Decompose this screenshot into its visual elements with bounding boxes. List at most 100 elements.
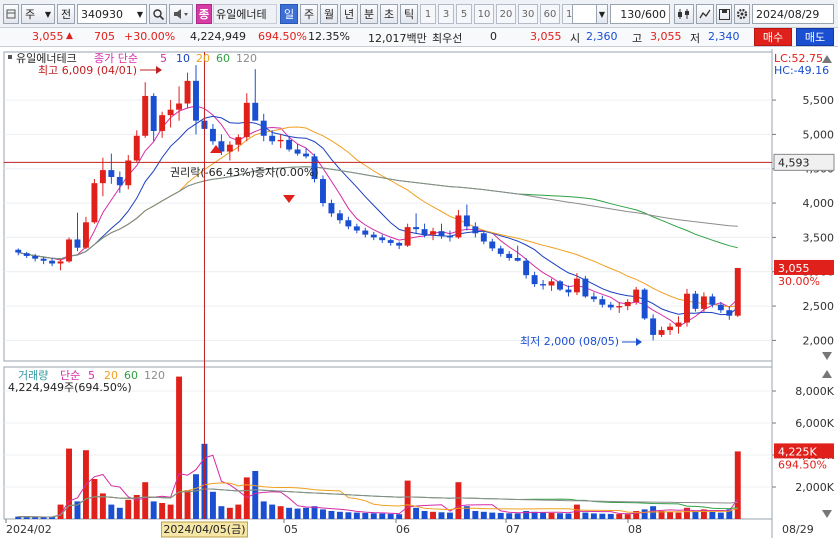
volume-bar (226, 507, 233, 519)
line-chart-icon[interactable] (696, 4, 714, 24)
volume-bar (320, 509, 326, 519)
interval-button[interactable]: 10 (474, 4, 494, 24)
volume-bar (675, 512, 682, 519)
volume-bar (480, 511, 487, 519)
period-button[interactable]: 년 (340, 4, 358, 24)
period-button[interactable]: 분 (360, 4, 378, 24)
interval-button[interactable]: 3 (438, 4, 454, 24)
volume-bar (506, 513, 513, 519)
candle-body (328, 203, 335, 214)
candle-body (184, 80, 191, 104)
candle-body (616, 306, 623, 308)
current-pct-label: 30.00% (778, 275, 820, 288)
scroll-down-icon (822, 352, 832, 360)
candle-body (32, 255, 39, 259)
stock-name-label: 유일에너테 (216, 8, 267, 21)
interval-label: 20 (499, 8, 513, 20)
low-annotation: 최저 2,000 (08/05) (520, 335, 619, 348)
sound-icon[interactable] (169, 4, 193, 24)
price-change: 705 (94, 30, 115, 43)
menu-icon[interactable] (3, 4, 19, 24)
period-button[interactable]: 주 (300, 4, 318, 24)
x-tick-label: 05 (284, 523, 298, 536)
amount: 12,017백만 (368, 32, 427, 45)
volume-bar (345, 512, 352, 519)
code-input[interactable]: 340930 ▼ (77, 4, 147, 24)
ma-legend-label: 60 (216, 52, 230, 65)
period-button[interactable]: 초 (380, 4, 398, 24)
volume-pct: 694.50% (258, 30, 307, 43)
candle-body (633, 289, 640, 302)
period-button[interactable]: 틱 (400, 4, 418, 24)
interval-button[interactable]: 30 (518, 4, 538, 24)
volume-bar (514, 513, 521, 519)
candle-body (557, 281, 563, 290)
volume-bar (396, 514, 403, 519)
candle-body (91, 183, 98, 223)
chart-settings-icon[interactable] (674, 4, 694, 24)
candle-body (74, 239, 81, 248)
candle-body (243, 102, 250, 138)
volume-bar (624, 514, 631, 519)
current-volume-pct: 694.50% (778, 458, 827, 471)
scroll-up-icon (822, 55, 832, 63)
candle-body (150, 95, 157, 131)
candle-body (700, 296, 707, 309)
crosshair-date-label: 2024/04/05(금) (163, 523, 245, 536)
candle-body (142, 95, 149, 136)
count-value: 130/600 (620, 7, 666, 21)
candle-body (193, 80, 199, 121)
date-field[interactable]: 2024/08/29 (752, 4, 834, 24)
buy-label: 매수 (762, 31, 784, 44)
candle-body (446, 236, 453, 238)
x-tick-label: 08 (628, 523, 642, 536)
chevron-down-icon[interactable]: ▼ (596, 4, 608, 24)
volume-bar (353, 512, 360, 519)
interval-button[interactable]: 1 (420, 4, 436, 24)
volume-bar (336, 511, 343, 519)
volume-bar (548, 512, 555, 519)
period-label: 초 (383, 8, 395, 21)
period-label: 년 (343, 8, 355, 21)
count-field[interactable]: 130/600 (610, 4, 670, 24)
period-button[interactable]: 일 (280, 4, 298, 24)
volume-bar (184, 490, 191, 519)
period-label: 주 (303, 8, 315, 21)
volume-bar (650, 506, 657, 519)
interval-button[interactable]: 60 (540, 4, 560, 24)
stock-chart[interactable]: 2,0002,5003,0003,5004,0004,5005,0005,500… (0, 49, 838, 538)
buy-button[interactable]: 매수 (754, 28, 792, 46)
candle-body (260, 120, 267, 136)
interval-button[interactable]: 5 (456, 4, 472, 24)
sell-label: 매도 (804, 31, 826, 44)
candle-body (235, 137, 242, 145)
candle-body (125, 160, 132, 186)
volume-bar (260, 501, 267, 519)
low-price: 2,340 (708, 30, 740, 43)
volume-bar (717, 512, 724, 519)
sell-button[interactable]: 매도 (796, 28, 834, 46)
gear-icon[interactable] (734, 4, 750, 24)
chevron-down-icon: ▼ (44, 9, 51, 19)
search-icon[interactable] (149, 4, 167, 24)
candle-body (370, 234, 377, 238)
interval-button[interactable]: 20 (496, 4, 516, 24)
type-button[interactable]: 전 (57, 4, 75, 24)
candle-body (455, 215, 462, 238)
volume-bar (218, 506, 225, 519)
volume-ma-legend-label: 120 (144, 369, 165, 382)
candle-body (514, 258, 521, 261)
candle-body (269, 135, 276, 142)
price-panel (3, 51, 773, 362)
market-select[interactable]: 주 ▼ (21, 4, 55, 24)
save-icon[interactable] (716, 4, 732, 24)
candle-body (421, 229, 428, 235)
volume-bar (709, 511, 716, 519)
ticker-tag-label: 종 (198, 8, 210, 21)
volume-bar (32, 517, 39, 519)
candle-body (607, 304, 614, 308)
period-button[interactable]: 월 (320, 4, 338, 24)
chart-area[interactable]: 2,0002,5003,0003,5004,0004,5005,0005,500… (0, 49, 838, 538)
candle-body (159, 115, 166, 131)
volume-bar (446, 512, 453, 519)
